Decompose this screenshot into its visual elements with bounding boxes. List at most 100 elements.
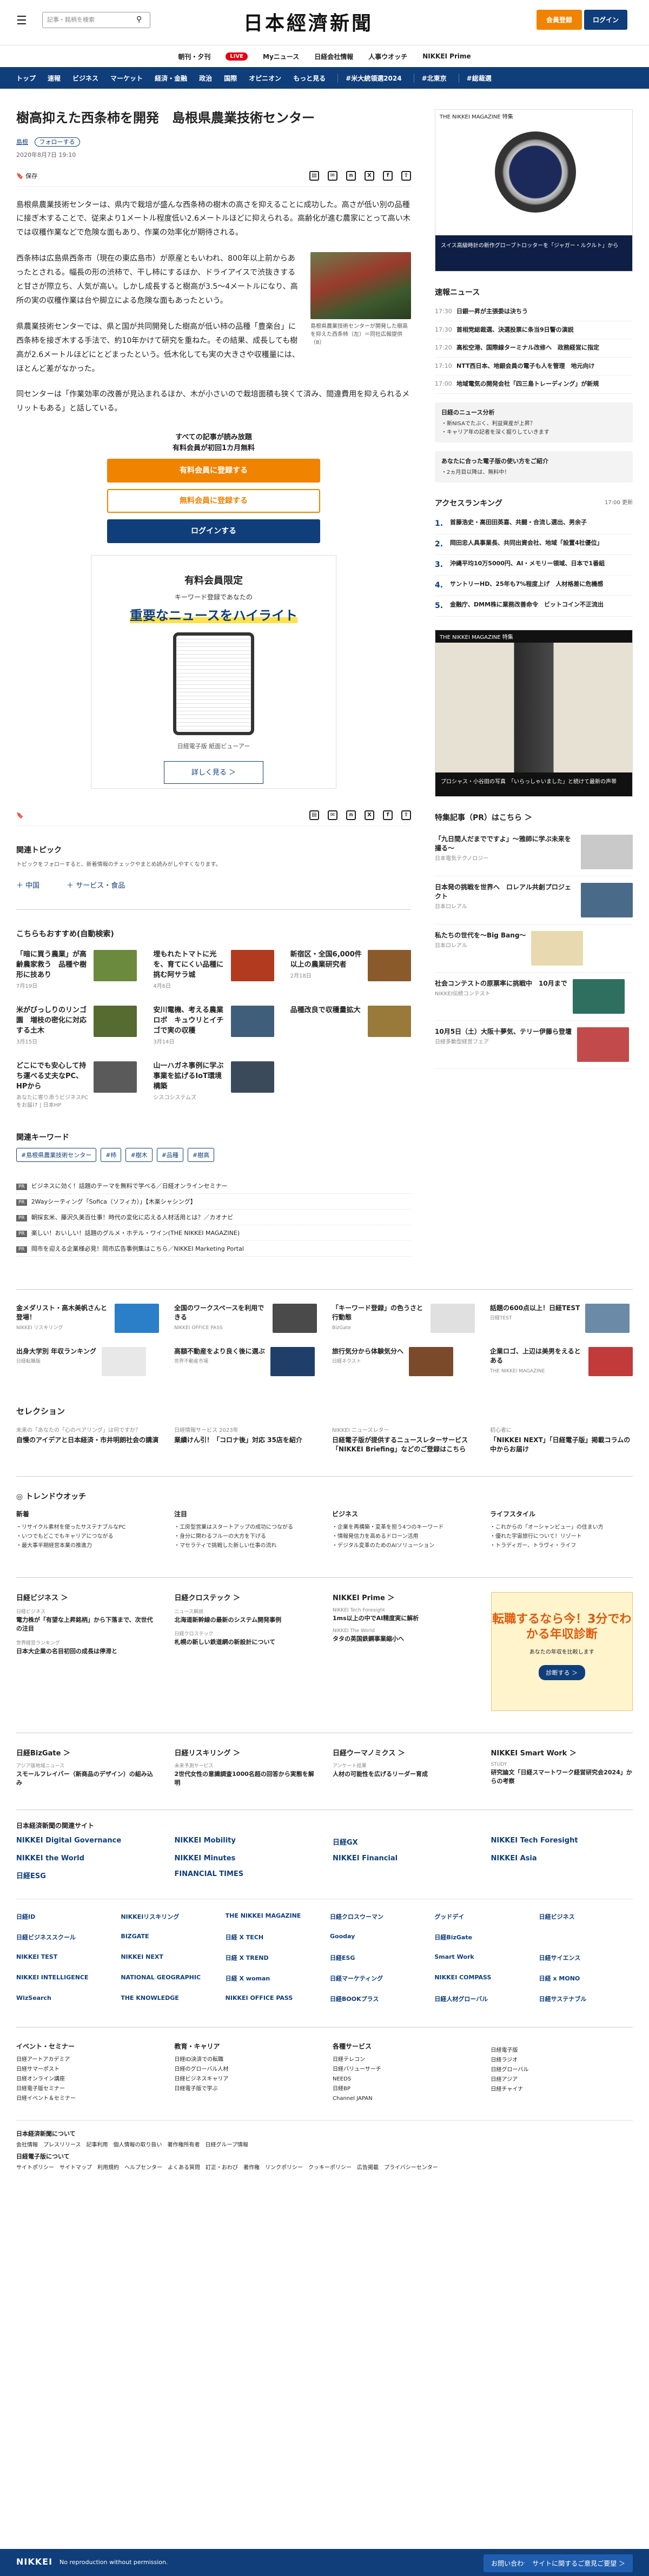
footer-link[interactable]: 日経アジア [491,2075,633,2085]
brand-logo[interactable]: BIZGATE [121,1933,214,1941]
reco-item[interactable]: どこにでも安心して持ち運べる丈夫なPC、HPから あなたに寄り添うビジネスPCをお… [16,1061,137,1110]
footer-link[interactable]: 日経テレコン [333,2055,475,2065]
gnav-item[interactable]: 速報 [48,74,61,83]
related-site-link[interactable]: NIKKEI Asia [491,1854,633,1862]
reco-item[interactable]: 「暗に買う農業」が高齢農家救う 品種や樹形に技あり 7月19日 [16,950,137,990]
footer-links-row[interactable]: 会社情報 プレスリリース 記事利用 個人情報の取り扱い 著作権所有者 日経グルー… [16,2140,633,2151]
related-site-link[interactable]: NIKKEI Digital Governance [16,1837,158,1847]
keyword-chip[interactable]: #品種 [156,1147,183,1162]
brand-logo[interactable]: WizSearch [16,1994,110,2003]
breaking-item[interactable]: 17:00 地域電気の開発会社「四三島トレーディング」が新規 [435,375,633,394]
share-icon[interactable]: ⇪ [401,810,411,821]
related-site-link[interactable]: 日経GX [333,1837,475,1847]
trend-item[interactable]: ・企業を再構築・変革を担う4つのキーワード [332,1523,475,1532]
feedback-button[interactable]: サイトに関するご意見ご要望 ＞ [525,2554,633,2572]
breaking-item[interactable]: 17:30 首相党総裁選、決選投票に条当9日警の演説 [435,321,633,339]
brand-logo[interactable]: NIKKEI OFFICE PASS [226,1994,319,2003]
brand-logo[interactable]: 日経人材グローバル [434,1994,528,2003]
brand-logo[interactable]: 日経 X TECH [226,1933,319,1941]
brand-logo[interactable]: 日経 X TREND [226,1953,319,1962]
service-headline[interactable]: タタの英国鉄鋼事業縮小へ [333,1635,475,1644]
follow-button[interactable]: フォローする [34,137,80,147]
service-headline[interactable]: 札幌の新しい鉄道網の新設計について [175,1638,317,1647]
gnav-tag[interactable]: #北東京 [413,73,447,83]
ad-item[interactable]: 高額不動産をより良く後に選ぶ 世界不動産市場 [174,1346,317,1376]
live-badge[interactable]: LIVE [226,52,248,61]
related-site-link[interactable] [333,1870,475,1880]
related-site-link[interactable]: NIKKEI Financial [333,1854,475,1862]
subnav-item[interactable]: NIKKEI Prime [422,52,471,60]
keyword-chip[interactable]: #島根県農業技術センター [16,1147,97,1162]
selection-item[interactable]: 日経情報サービス 2023年 業績けん引！「コロナ後」対応 35店を紹介 [174,1425,317,1455]
brand-logo[interactable]: 日経サステナブル [539,1994,633,2003]
service-headline[interactable]: 1ms以上の中でAI精度実に解析 [333,1614,475,1623]
footer-link[interactable]: 日経ID決済での転職 [175,2055,317,2065]
brand-logo[interactable]: 日経ID [16,1912,110,1921]
print-icon[interactable]: ▤ [309,170,319,181]
pr-feature-item[interactable]: 私たちの世代を〜Big Bang〜 日本ロレアル [435,924,633,973]
trend-item[interactable]: ・マセラティで挑戦した新しい仕事の流れ [174,1541,317,1550]
gnav-item[interactable]: マーケット [110,74,143,83]
brand-logo[interactable]: NIKKEI COMPASS [434,1974,528,1983]
topic-follow[interactable]: ＋ サービス・食品 [67,880,125,890]
x-icon[interactable]: X [365,810,374,821]
footer-link[interactable]: Channel JAPAN [333,2094,475,2104]
footer-link[interactable]: 日経バリューサーチ [333,2065,475,2075]
trend-item[interactable]: ・これからの「オーシャンビュー」の住まい方 [490,1523,633,1532]
nikkei-analysis-box[interactable]: 日経のニュース分析 ・新NISAでたぶく、利益資産が上昇？ ・キャリア年の記者を… [435,402,633,442]
service-title[interactable]: NIKKEI Prime ＞ [333,1592,475,1602]
reco-item[interactable]: 新宿区・全国6,000件以上の農業研究者 2月18日 [290,950,411,990]
brand-logo[interactable]: Smart Work [434,1953,528,1962]
service-headline[interactable]: 北海道新幹線の最新のシステム開発事例 [175,1616,317,1625]
trend-item[interactable]: ・工房型営業はスタートアップの成功につながる [174,1523,317,1532]
subnav-item[interactable]: 日経会社情報 [314,52,353,61]
ad-item[interactable]: 出身大学別 年収ランキング 日経転職版 [16,1346,159,1376]
magazine-photo-ad[interactable]: THE NIKKEI MAGAZINE 特集 プロシャス・小谷田の写真 「いらっ… [435,629,633,797]
trend-item[interactable]: ・リサイクル素材を使ったサステナブルなPC [16,1523,159,1532]
service-title[interactable]: 日経リスキリング ＞ [175,1747,317,1758]
service-title[interactable]: 日経BizGate ＞ [16,1747,158,1758]
footer-link[interactable]: 日経電子版 [491,2046,633,2056]
ad-item[interactable]: 話題の600点以上！日経TEST 日経TEST [490,1303,633,1333]
ranking-item[interactable]: 4. サントリーHD、25年も7%程度上げ 人材格差に危機感 [435,576,633,596]
related-site-link[interactable]: FINANCIAL TIMES [175,1870,317,1880]
free-register-button[interactable]: 無料会員に登録する [107,489,320,513]
reco-item[interactable]: 品種改良で収穫量拡大 [290,1006,411,1046]
brand-logo[interactable]: NIKKEI INTELLIGENCE [16,1974,110,1983]
breaking-item[interactable]: 17:10 NTT西日本、地銀会員の電子も人を管理 地元向け [435,358,633,375]
selection-item[interactable]: 未来の「あなたの「心のペアリング」は何ですか？ 自慢のアイデアと日本経済・市井明朗… [16,1425,159,1455]
gnav-item[interactable]: オピニオン [249,74,281,83]
login-button[interactable]: ログイン [584,10,627,30]
keyword-chip[interactable]: #樹高 [187,1147,215,1162]
reco-item[interactable] [290,1061,411,1110]
brand-logo[interactable] [539,1933,633,1941]
brand-logo[interactable]: 日経ビジネススクール [16,1933,110,1941]
reco-item[interactable]: 埋もれたトマトに光を、育てにくい品種に挑む阿サラ城 4月6日 [153,950,274,990]
ranking-item[interactable]: 2. 岡田忠人具事業長、共同出資会社、地域「設置4社優位」 [435,534,633,555]
brand-logo[interactable]: 日経 X woman [226,1974,319,1983]
pr-item[interactable]: PR ビジネスに効く！話題のテーマを無料で学べる／日経オンラインセミナー [16,1178,411,1194]
pr-feature-item[interactable]: 「九日間人だまでですよ」〜雅師に学ぶ未来を撮る〜 日本電気テクノロジー [435,828,633,876]
brand-logo[interactable]: NATIONAL GEOGRAPHIC [121,1974,214,1983]
breaking-item[interactable]: 17:20 高松空港、国際線ターミナル改修へ 政務経営に指定 [435,339,633,358]
gnav-item[interactable]: ビジネス [72,74,98,83]
reco-item[interactable]: 山一ハガネ事例に学ぶ事業を拡げるIoT環境構築 シスコシステムズ [153,1061,274,1110]
related-site-link[interactable]: NIKKEI the World [16,1854,158,1862]
career-ad-button[interactable]: 診断する ＞ [538,1665,585,1680]
footer-link[interactable]: 日経イベント＆セミナー [16,2094,158,2104]
n-icon[interactable]: n [346,170,356,181]
trend-item[interactable]: ・身分に関わるフルーの大方を下げる [174,1532,317,1541]
facebook-icon[interactable]: f [383,170,393,181]
related-site-link[interactable]: NIKKEI Tech Foresight [491,1837,633,1847]
pr-item[interactable]: PR 朝採玄米、藤沢久美百仕事！時代の変化に応える人材活用とは？／カオナビ [16,1210,411,1225]
service-headline[interactable]: スモールフレイバー（新商品のデザイン）の組み込み [16,1770,158,1788]
footer-link[interactable]: 日経電子版で学ぶ [175,2084,317,2094]
footer-link[interactable]: 日経電子版セミナー [16,2084,158,2094]
footer-link[interactable]: 日経チャイナ [491,2085,633,2095]
facebook-icon[interactable]: f [383,810,393,821]
share-icon[interactable]: ⇪ [401,170,411,181]
gnav-item[interactable]: 経済・金融 [155,74,187,83]
service-title[interactable]: 日経ウーマノミクス ＞ [333,1747,475,1758]
trend-item[interactable]: ・優れた宇宙旅行について！リゾート [490,1532,633,1541]
paid-register-button[interactable]: 有料会員に登録する [107,459,320,483]
